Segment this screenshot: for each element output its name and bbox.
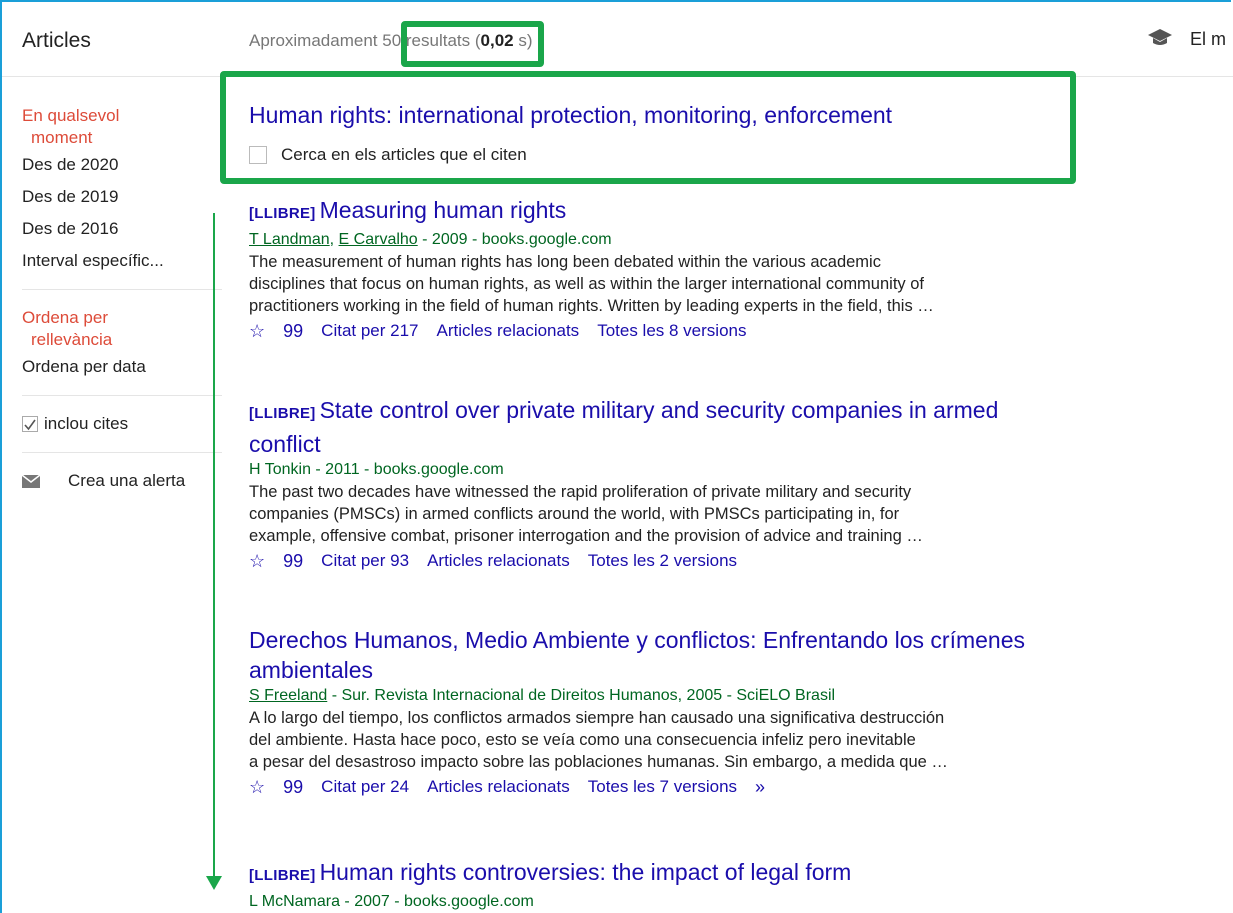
graduation-cap-icon[interactable] — [1148, 28, 1172, 48]
cite-icon[interactable]: 99 — [283, 777, 303, 798]
related-articles-link[interactable]: Articles relacionats — [427, 551, 570, 571]
results-prefix: Aproximadament — [249, 31, 378, 50]
result-title[interactable]: [LLIBRE] Human rights controversies: the … — [249, 857, 1209, 891]
result-type-tag: [LLIBRE] — [249, 867, 316, 884]
create-alert-link[interactable]: Crea una alerta — [22, 465, 227, 497]
snippet-line: A lo largo del tiempo, los conflictos ar… — [249, 709, 945, 727]
more-icon[interactable]: » — [755, 777, 765, 798]
create-alert-label: Crea una alerta — [68, 471, 186, 490]
sort-by-relevance[interactable]: Ordena per rellevància — [22, 302, 227, 351]
result-snippet: The measurement of human rights has long… — [249, 251, 1209, 317]
result-title[interactable]: [LLIBRE] State control over private milit… — [249, 395, 1209, 459]
author-link[interactable]: S Freeland — [249, 687, 327, 704]
result-authors: L McNamara - 2007 - books.google.com — [249, 893, 534, 910]
divider — [22, 395, 222, 396]
search-result: [LLIBRE] Measuring human rights T Landman… — [249, 195, 1209, 345]
result-source: - Sur. Revista Internacional de Direitos… — [327, 687, 836, 704]
annotation-box-cited-work — [220, 71, 1076, 184]
all-versions-link[interactable]: Totes les 7 versions — [588, 777, 737, 797]
star-icon[interactable]: ☆ — [249, 321, 265, 342]
filter-since-2016[interactable]: Des de 2016 — [22, 213, 227, 245]
all-versions-link[interactable]: Totes les 8 versions — [597, 321, 746, 341]
filter-any-time-line2: moment — [31, 128, 93, 147]
result-title-text: Derechos Humanos, Medio Ambiente y confl… — [249, 627, 1025, 653]
mail-icon — [22, 474, 40, 488]
filter-custom-range[interactable]: Interval específic... — [22, 245, 227, 277]
my-library-link[interactable]: El m — [1190, 29, 1226, 50]
cited-by-link[interactable]: Citat per 217 — [321, 321, 418, 341]
result-type-tag: [LLIBRE] — [249, 405, 316, 422]
sort-relevance-line1: Ordena per — [22, 308, 108, 327]
author-link[interactable]: T Landman — [249, 231, 330, 248]
annotation-arrow-head — [206, 876, 222, 890]
snippet-line: del ambiente. Hasta hace poco, esto se v… — [249, 731, 916, 749]
filter-any-time-line1: En qualsevol — [22, 106, 120, 125]
result-authors: S Freeland - Sur. Revista Internacional … — [249, 685, 1209, 707]
sidebar: En qualsevol moment Des de 2020 Des de 2… — [22, 100, 227, 497]
include-citations-checkbox[interactable] — [22, 416, 38, 432]
snippet-line: companies (PMSCs) in armed conflicts aro… — [249, 505, 900, 523]
result-title-text: ambientales — [249, 657, 374, 683]
snippet-line: disciplines that focus on human rights, … — [249, 275, 925, 293]
star-icon[interactable]: ☆ — [249, 777, 265, 798]
result-authors: H Tonkin - 2011 - books.google.com — [249, 461, 504, 478]
result-title-text: Human rights controversies: the impact o… — [319, 859, 852, 885]
snippet-line: a pesar del desastroso impacto sobre las… — [249, 753, 948, 771]
result-title-text: conflict — [249, 431, 321, 457]
all-versions-link[interactable]: Totes les 2 versions — [588, 551, 737, 571]
search-result: Derechos Humanos, Medio Ambiente y confl… — [249, 625, 1209, 801]
cited-by-link[interactable]: Citat per 93 — [321, 551, 409, 571]
result-actions: ☆ 99 Citat per 24 Articles relacionats T… — [249, 773, 1209, 801]
section-title: Articles — [22, 29, 91, 52]
check-icon — [24, 419, 36, 431]
annotation-arrow-line — [213, 213, 215, 883]
search-result: [LLIBRE] State control over private milit… — [249, 395, 1209, 575]
related-articles-link[interactable]: Articles relacionats — [437, 321, 580, 341]
cite-icon[interactable]: 99 — [283, 321, 303, 342]
divider — [22, 289, 222, 290]
include-citations-label: inclou cites — [44, 414, 129, 433]
result-title[interactable]: [LLIBRE] Measuring human rights — [249, 195, 1209, 229]
result-title-text: Measuring human rights — [319, 197, 567, 223]
filter-any-time[interactable]: En qualsevol moment — [22, 100, 227, 149]
top-bar — [2, 2, 1233, 77]
snippet-line: example, offensive combat, prisoner inte… — [249, 527, 923, 545]
sort-by-date[interactable]: Ordena per data — [22, 351, 227, 383]
snippet-line: The past two decades have witnessed the … — [249, 483, 912, 501]
divider — [22, 452, 222, 453]
result-snippet: A lo largo del tiempo, los conflictos ar… — [249, 707, 1209, 773]
annotation-box-results-count — [401, 21, 544, 67]
author-link[interactable]: E Carvalho — [339, 231, 418, 248]
filter-since-2020[interactable]: Des de 2020 — [22, 149, 227, 181]
result-type-tag: [LLIBRE] — [249, 205, 316, 222]
sort-relevance-line2: rellevància — [31, 330, 113, 349]
result-source: - 2009 - books.google.com — [417, 231, 612, 248]
cite-icon[interactable]: 99 — [283, 551, 303, 572]
star-icon[interactable]: ☆ — [249, 551, 265, 572]
filter-since-2019[interactable]: Des de 2019 — [22, 181, 227, 213]
result-actions: ☆ 99 Citat per 217 Articles relacionats … — [249, 317, 1209, 345]
search-result: [LLIBRE] Human rights controversies: the … — [249, 857, 1209, 913]
result-title[interactable]: Derechos Humanos, Medio Ambiente y confl… — [249, 625, 1209, 685]
result-snippet: The past two decades have witnessed the … — [249, 481, 1209, 547]
related-articles-link[interactable]: Articles relacionats — [427, 777, 570, 797]
cited-by-link[interactable]: Citat per 24 — [321, 777, 409, 797]
result-actions: ☆ 99 Citat per 93 Articles relacionats T… — [249, 547, 1209, 575]
snippet-line: practitioners working in the field of hu… — [249, 297, 934, 315]
result-title-text: State control over private military and … — [319, 397, 999, 423]
result-authors: T Landman, E Carvalho - 2009 - books.goo… — [249, 231, 612, 248]
include-citations-option[interactable]: inclou cites — [22, 408, 227, 440]
snippet-line: The measurement of human rights has long… — [249, 253, 881, 271]
